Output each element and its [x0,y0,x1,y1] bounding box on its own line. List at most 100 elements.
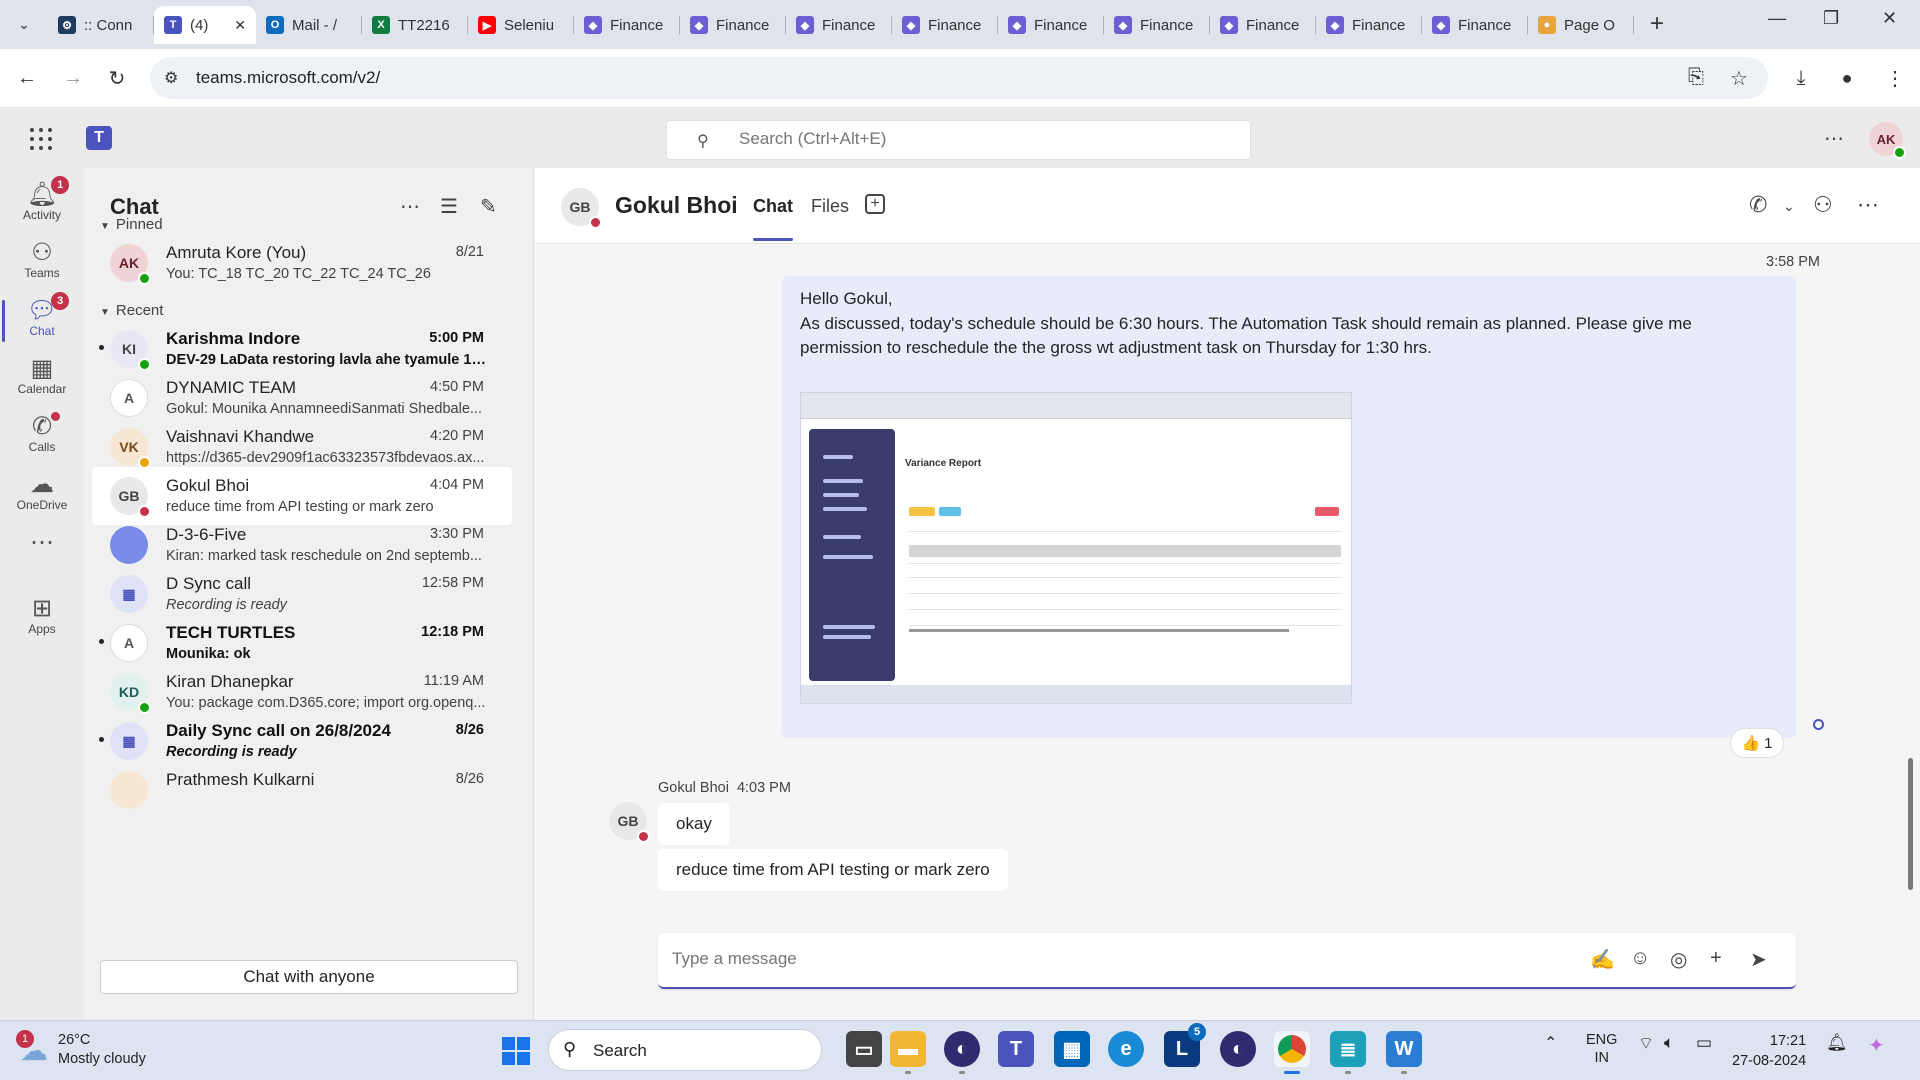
teams-search[interactable]: ⚲ [666,120,1251,160]
notepad-icon[interactable]: ≣ [1330,1031,1366,1074]
browser-tab[interactable]: ◆ Finance [1316,6,1422,44]
browser-menu-icon[interactable]: ⋮ [1880,63,1910,93]
browser-tab[interactable]: ⚙:: Conn [48,6,154,44]
store-icon[interactable]: ▦ [1054,1031,1090,1067]
browser-tab[interactable]: ◆ Finance [1104,6,1210,44]
browser-tab[interactable]: ▶ Seleniu [468,6,574,44]
rail-item-teams[interactable]: ⚇ Teams [0,232,84,296]
my-message-bubble[interactable]: Hello Gokul, As discussed, today's sched… [782,276,1796,738]
close-tab-icon[interactable]: ✕ [234,17,246,34]
add-tab-icon[interactable]: + [865,194,885,214]
volume-icon[interactable]: 🔈︎ [1664,1033,1674,1053]
message-line-2: As discussed, today's schedule should be… [800,314,1692,333]
browser-tab[interactable]: ◆ Finance [1422,6,1528,44]
rail-item-onedrive[interactable]: ☁ OneDrive [0,464,84,528]
browser-tab[interactable]: X TT2216 [362,6,468,44]
close-window-button[interactable]: ✕ [1882,8,1897,29]
chrome-icon[interactable] [1274,1031,1310,1074]
start-button[interactable] [502,1037,530,1065]
search-input[interactable] [739,129,1219,149]
conversation-more-icon[interactable]: ⋯ [1857,192,1879,218]
tray-overflow-icon[interactable]: ⌃ [1544,1033,1557,1053]
tab-chat[interactable]: Chat [753,196,793,241]
browser-tab[interactable]: ◆ Finance [998,6,1104,44]
rail-item-activity[interactable]: 🔔︎ 1 Activity [0,174,84,238]
chat-list-item[interactable]: Prathmesh Kulkarni 8/26 [92,761,512,819]
more-options-icon[interactable]: ⋯ [400,194,420,219]
message-input[interactable] [672,949,1552,969]
tab-files[interactable]: Files [811,196,849,217]
browser-tab[interactable]: ◆ Finance [892,6,998,44]
teams-app-icon[interactable]: T [998,1031,1034,1067]
new-chat-icon[interactable]: ✎ [480,194,497,219]
browser-tab[interactable]: ◆ Finance [574,6,680,44]
url-text[interactable]: teams.microsoft.com/v2/ [196,68,380,88]
profile-icon[interactable]: ● [1832,63,1862,93]
l-app-icon[interactable]: L5 [1164,1023,1206,1067]
send-icon[interactable]: ➤ [1750,947,1767,972]
filter-icon[interactable]: ☰ [440,194,458,219]
taskbar-search[interactable]: ⚲ Search [548,1029,822,1071]
scrollbar-thumb[interactable] [1908,758,1913,890]
install-app-icon[interactable]: ⎘ [1688,66,1704,89]
edge-icon[interactable]: e [1108,1031,1144,1067]
site-info-icon[interactable]: ⚙ [164,68,178,88]
back-button[interactable]: ← [12,63,42,93]
browser-tab[interactable]: T (4) ✕ [154,6,256,44]
rail-item-chat[interactable]: 💬︎ 3 Chat [0,290,84,354]
notification-bell-icon[interactable]: 🔔︎ [1826,1033,1848,1053]
format-icon[interactable]: ✍ [1590,947,1615,972]
task-view-icon[interactable]: ▭ [846,1031,882,1067]
reload-button[interactable]: ↻ [102,63,132,93]
received-message[interactable]: okay [658,803,730,845]
browser-tab[interactable]: ◆ Finance [1210,6,1316,44]
call-icon[interactable]: ✆ [1749,192,1767,218]
wifi-icon[interactable]: ⌔ [1638,1033,1654,1054]
sender-avatar[interactable]: GB [609,802,650,843]
received-message[interactable]: reduce time from API testing or mark zer… [658,849,1008,891]
copilot-icon[interactable]: ✦ [1868,1033,1885,1058]
eclipse-icon[interactable]: ◐ [944,1031,980,1074]
file-explorer-icon[interactable]: ▬ [890,1031,926,1074]
browser-tab[interactable]: ◆ Finance [680,6,786,44]
contact-name[interactable]: Gokul Bhoi [615,192,738,219]
browser-tab[interactable]: ◆ Finance [786,6,892,44]
rail-item-calls[interactable]: ✆ Calls [0,406,84,470]
chat-list-item[interactable]: AK Amruta Kore (You) You: TC_18 TC_20 TC_2… [92,234,512,292]
rail-item-more[interactable]: ⋯ [0,522,84,586]
sender-meta: Gokul Bhoi 4:03 PM [658,780,791,796]
new-tab-button[interactable]: + [1650,10,1664,38]
browser-tabs: ⚙:: Conn T (4) ✕ O Mail - / X TT2216 ▶ Seleniu ◆ Fi… [48,6,1634,49]
app-launcher-icon[interactable] [30,128,54,152]
pinned-section-header[interactable]: ▼ Pinned [100,216,163,233]
emoji-icon[interactable]: ☺ [1630,947,1650,970]
settings-more-icon[interactable]: ⋯ [1824,126,1844,151]
add-people-icon[interactable]: ⚇ [1813,192,1833,218]
reaction-like[interactable]: 👍 1 [1730,728,1784,758]
word-icon[interactable]: W [1386,1031,1422,1074]
bookmark-star-icon[interactable]: ☆ [1730,66,1748,91]
browser-tab[interactable]: ● Page O [1528,6,1634,44]
user-avatar[interactable]: AK [1869,122,1906,159]
omnibox[interactable]: ⚙ teams.microsoft.com/v2/ ⎘ ☆ [150,57,1768,99]
language-indicator[interactable]: ENG IN [1586,1031,1617,1067]
loop-icon[interactable]: ◎ [1670,947,1687,972]
recent-section-header[interactable]: ▼ Recent [100,302,163,319]
chat-with-anyone-button[interactable]: Chat with anyone [100,960,518,994]
screenshot-attachment[interactable]: Variance Report [800,392,1352,704]
tab-search-button[interactable]: ⌄ [10,10,38,38]
attach-plus-icon[interactable]: + [1710,947,1722,970]
chevron-down-icon[interactable]: ⌄ [1783,198,1795,215]
system-clock[interactable]: 17:21 27-08-2024 [1732,1031,1806,1071]
minimize-button[interactable]: — [1768,8,1786,29]
battery-icon[interactable]: ▭ [1696,1033,1712,1053]
restore-button[interactable]: ❐ [1823,8,1839,29]
downloads-icon[interactable]: ⤓ [1786,63,1816,93]
rail-item-calendar[interactable]: ▦ Calendar [0,348,84,412]
contact-avatar[interactable]: GB [561,188,602,229]
eclipse-icon[interactable]: ◐ [1220,1031,1256,1067]
browser-tab[interactable]: O Mail - / [256,6,362,44]
weather-widget[interactable]: ☁ 1 26°C Mostly cloudy [16,1029,146,1069]
rail-item-apps[interactable]: ⊞ Apps [0,588,84,652]
forward-button[interactable]: → [58,63,88,93]
